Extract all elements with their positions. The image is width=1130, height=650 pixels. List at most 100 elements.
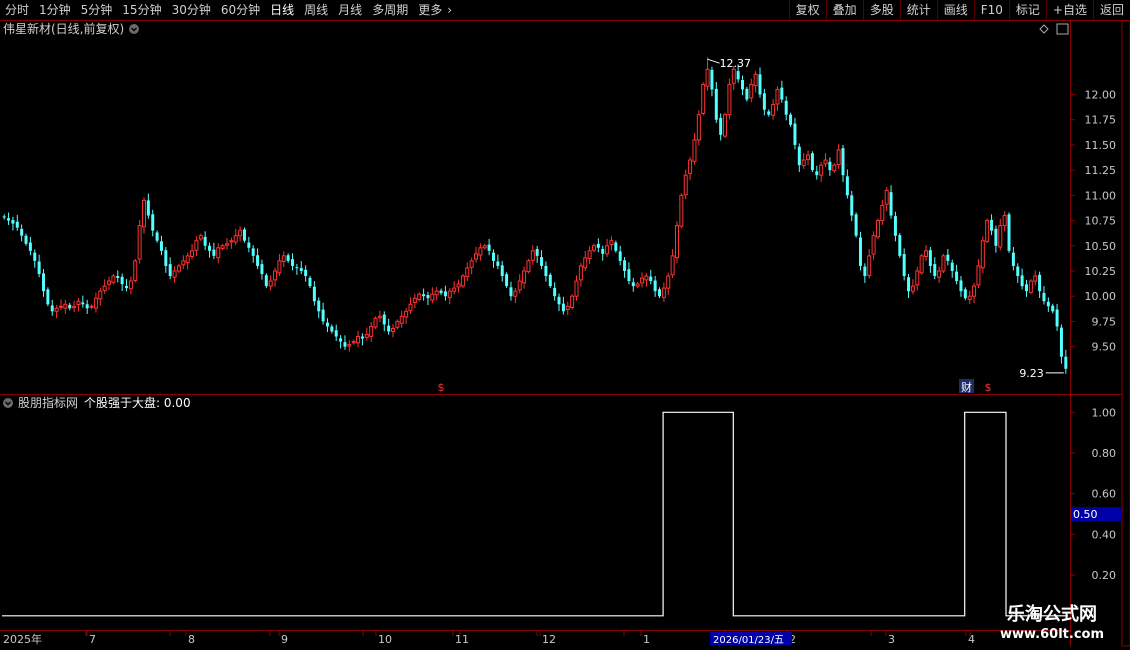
watermark-line2: www.60lt.com	[999, 627, 1105, 642]
candle-body-up	[194, 240, 199, 251]
candle-body-up	[565, 305, 570, 311]
candle-body-down	[540, 257, 544, 266]
time-axis-month: 11	[455, 633, 469, 646]
candle-body-down	[950, 262, 954, 271]
candle-body-up	[185, 255, 190, 264]
candle-body-up	[832, 164, 837, 172]
price-tick-label: 11.25	[1085, 164, 1117, 177]
candle-body-down	[291, 259, 295, 266]
time-axis-month: 8	[188, 633, 195, 646]
candle-body-up	[661, 287, 666, 298]
time-axis-month: 1	[643, 633, 650, 646]
candle-body-down	[627, 269, 631, 282]
panel-toggle-icon[interactable]	[1056, 23, 1069, 35]
candle-body-up	[482, 245, 487, 249]
candle-body-up	[351, 341, 356, 344]
candle-body-up	[141, 199, 146, 228]
cursor-date-label: 2026/01/23/五	[713, 635, 784, 646]
candle-body-up	[224, 243, 229, 246]
candle-body-up	[347, 344, 352, 347]
candle-body-down	[623, 260, 627, 271]
candle-body-up	[399, 315, 404, 324]
chart-area[interactable]: 9.509.7510.0010.2510.5010.7511.0011.2511…	[0, 0, 1130, 650]
indicator-chevron-icon[interactable]	[3, 398, 13, 408]
time-axis-month: 9	[281, 633, 288, 646]
diamond-icon[interactable]	[1039, 24, 1049, 34]
candle-body-up	[679, 194, 684, 227]
candle-body-up	[72, 305, 77, 309]
candle-body-down	[946, 254, 950, 261]
price-tick-label: 11.00	[1085, 189, 1117, 202]
candle-body-down	[614, 242, 618, 251]
candle-body-down	[325, 322, 329, 327]
candle-body-up	[181, 260, 186, 266]
candle-body-down	[382, 314, 386, 325]
candle-body-down	[797, 146, 801, 166]
candle-body-down	[736, 71, 740, 80]
candle-body-down	[360, 336, 364, 339]
candle-body-up	[102, 285, 107, 292]
candle-body-up	[587, 250, 592, 259]
candle-body-down	[286, 255, 290, 261]
candle-body-up	[456, 283, 461, 288]
candle-body-up	[404, 310, 409, 318]
candle-body-down	[1064, 356, 1068, 369]
candle-body-up	[216, 247, 221, 259]
candle-body-down	[505, 274, 509, 287]
candle-body-up	[190, 250, 195, 257]
candle-body-up	[609, 240, 614, 246]
current-value-label: 0.50	[1073, 508, 1098, 521]
candle-body-up	[281, 255, 286, 263]
price-tick-label: 10.00	[1085, 290, 1117, 303]
candle-body-up	[417, 293, 422, 300]
chevron-down-icon[interactable]	[129, 24, 139, 34]
candle-body-up	[578, 265, 583, 281]
candle-body-down	[321, 309, 325, 322]
candle-body-up	[937, 270, 942, 278]
candle-body-down	[260, 264, 264, 275]
candle-body-up	[635, 283, 640, 287]
candle-body-down	[933, 264, 937, 277]
candle-body-up	[517, 280, 522, 291]
candle-body-up	[478, 247, 483, 256]
candle-body-up	[89, 305, 94, 308]
candle-body-down	[116, 276, 120, 279]
candle-body-up	[583, 257, 588, 269]
candle-body-down	[1020, 275, 1024, 287]
candle-body-up	[63, 303, 68, 309]
candle-body-down	[317, 300, 321, 312]
candle-body-up	[58, 305, 63, 308]
time-axis-month: 12	[542, 633, 556, 646]
candle-body-up	[640, 277, 645, 284]
candle-body-down	[1051, 305, 1055, 312]
candle-body-up	[731, 68, 736, 84]
indicator-tick-label: 0.40	[1092, 528, 1117, 541]
candle-body-down	[208, 245, 212, 251]
candle-body-up	[522, 270, 527, 284]
candle-body-up	[137, 225, 142, 260]
candle-body-down	[509, 287, 513, 297]
candle-body-up	[998, 225, 1003, 248]
candle-body-down	[810, 153, 814, 171]
candle-body-up	[76, 300, 81, 305]
candle-body-down	[155, 232, 159, 241]
candle-body-up	[980, 240, 985, 269]
candle-body-down	[212, 249, 216, 256]
candle-body-down	[548, 274, 552, 287]
candle-body-down	[28, 242, 32, 251]
candle-body-down	[789, 114, 793, 125]
right-scroll-strip[interactable]	[1121, 20, 1130, 647]
candle-body-up	[775, 88, 780, 105]
candle-body-up	[924, 250, 929, 257]
candle-body-down	[439, 290, 443, 294]
high-pointer	[707, 58, 720, 64]
candle-body-down	[1038, 274, 1042, 292]
candle-body-up	[128, 280, 133, 290]
candle-body-up	[727, 83, 732, 116]
candle-body-down	[20, 228, 24, 236]
candle-body-down	[334, 330, 338, 337]
candle-body-up	[460, 275, 465, 287]
candle-body-down	[120, 276, 124, 285]
candle-body-down	[164, 250, 168, 266]
candle-body-up	[871, 235, 876, 255]
